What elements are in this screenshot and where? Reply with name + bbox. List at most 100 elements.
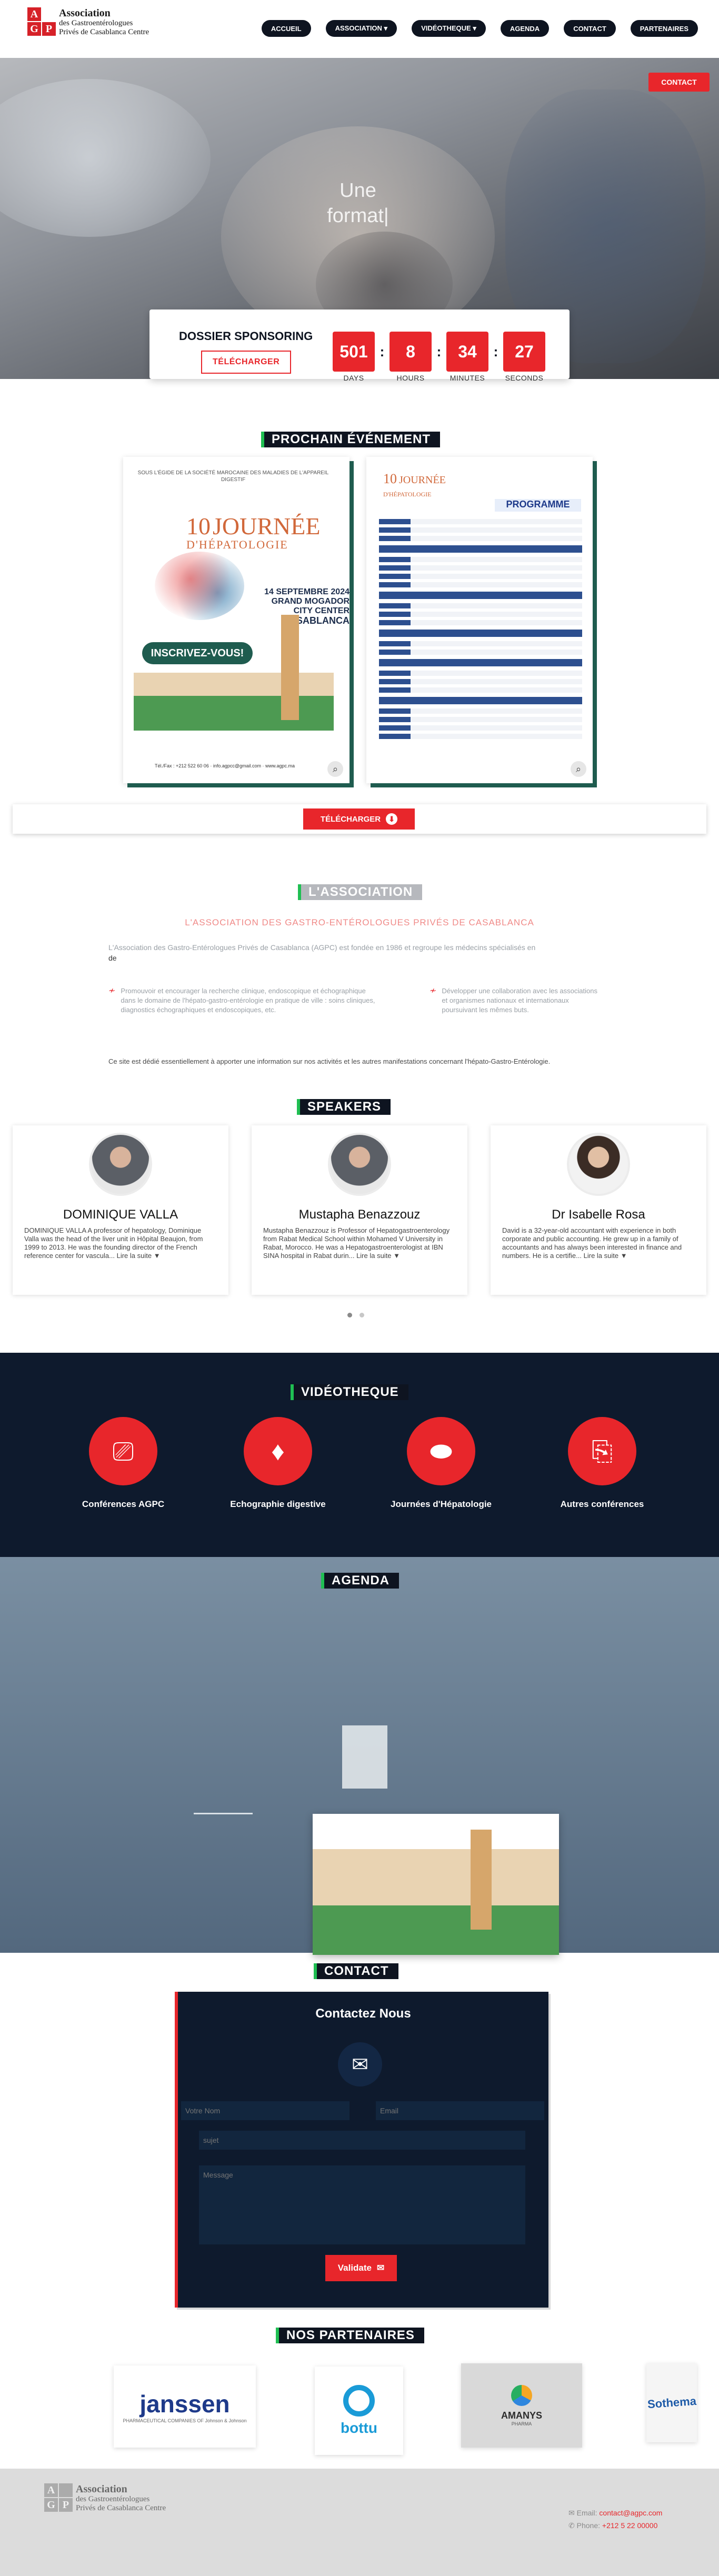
- partner-name: AMANYS: [501, 2410, 542, 2421]
- partner-logo-amanys[interactable]: AMANYS PHARMA: [461, 2363, 582, 2448]
- poster-edition: 10: [186, 513, 211, 540]
- section-heading-videotheque: VIDÉOTHEQUE: [291, 1384, 408, 1400]
- zoom-icon[interactable]: ⌕: [327, 761, 343, 777]
- footer-phone-row: ✆ Phone: +212 5 22 00000: [568, 2519, 662, 2532]
- schedule-session-bar: [379, 697, 582, 704]
- countdown-title: DOSSIER SPONSORING: [179, 330, 313, 343]
- partner-logo-janssen[interactable]: janssen PHARMACEUTICAL COMPANIES OF John…: [114, 2365, 256, 2448]
- carousel-dot[interactable]: [347, 1313, 352, 1317]
- zoom-icon[interactable]: ⌕: [571, 761, 586, 777]
- poster-date-block: 14 SEPTEMBRE 2024 GRAND MOGADOR CITY CEN…: [260, 587, 349, 625]
- partner-name: janssen: [139, 2390, 230, 2418]
- association-goal-1: ≁ Promouvoir et encourager la recherche …: [108, 986, 382, 1015]
- poster-venue: GRAND MOGADOR CITY CENTER: [271, 597, 349, 615]
- schedule-row: [379, 734, 582, 739]
- schedule-row: [379, 574, 582, 579]
- schedule-row: [379, 557, 582, 562]
- schedule-row: [379, 717, 582, 722]
- hero-contact-button[interactable]: CONTACT: [648, 73, 710, 92]
- hero-title: Une format|: [295, 178, 421, 228]
- liver-icon: ⬬: [407, 1417, 475, 1485]
- agenda-thumbnail[interactable]: [342, 1725, 387, 1789]
- partner-logo-bottu[interactable]: bottu: [315, 2367, 403, 2455]
- countdown-value: 501: [333, 332, 375, 372]
- carousel-dot[interactable]: [359, 1313, 364, 1317]
- logo-letter: P: [42, 22, 56, 36]
- email-field[interactable]: [376, 2101, 544, 2120]
- name-field[interactable]: [181, 2101, 349, 2120]
- read-more-link[interactable]: Lire la suite ▼: [117, 1252, 161, 1260]
- partner-name: bottu: [341, 2420, 377, 2436]
- video-category-hepatologie[interactable]: ⬬ Journées d'Hépatologie: [373, 1417, 510, 1510]
- speaker-bio-text: DOMINIQUE VALLA A professor of hepatolog…: [24, 1226, 203, 1260]
- association-body: Ce site est dédié essentiellement à appo…: [108, 1057, 551, 1065]
- agenda-divider: [194, 1813, 253, 1814]
- validate-button[interactable]: Validate ✉: [325, 2255, 397, 2281]
- presentation-icon: ⎚: [89, 1417, 157, 1485]
- logo-letter: G: [44, 2498, 58, 2512]
- video-category-echographie[interactable]: ♦ Echographie digestive: [209, 1417, 346, 1510]
- sponsoring-download-button[interactable]: TÉLÉCHARGER: [201, 351, 292, 374]
- schedule-row: [379, 603, 582, 608]
- nav-accueil[interactable]: ACCUEIL: [261, 20, 311, 37]
- section-heading-speakers: SPEAKERS: [297, 1099, 391, 1115]
- download-label: TÉLÉCHARGER: [320, 814, 381, 824]
- read-more-link[interactable]: Lire la suite ▼: [584, 1252, 627, 1260]
- video-category-autres[interactable]: ⎘ Autres conférences: [534, 1417, 671, 1510]
- logo-mark: A G P: [44, 2483, 73, 2513]
- event-poster[interactable]: SOUS L'ÉGIDE DE LA SOCIÉTÉ MAROCAINE DES…: [123, 457, 349, 783]
- program-download-button[interactable]: TÉLÉCHARGER ⬇: [303, 808, 415, 830]
- speaker-name: DOMINIQUE VALLA: [63, 1207, 178, 1222]
- message-field[interactable]: [199, 2165, 525, 2244]
- read-more-link[interactable]: Lire la suite ▼: [356, 1252, 400, 1260]
- partner-name: Sothema: [646, 2394, 697, 2411]
- footer-email-row: ✉ Email: contact@agpc.com: [568, 2507, 662, 2519]
- schedule-row: [379, 641, 582, 646]
- subject-field[interactable]: [199, 2131, 525, 2150]
- speaker-card: DOMINIQUE VALLA DOMINIQUE VALLA A profes…: [13, 1125, 228, 1295]
- partner-logo-sothema[interactable]: Sothema: [646, 2363, 697, 2442]
- program-heading: PROGRAMME: [495, 499, 581, 512]
- program-subtitle: D'HÉPATOLOGIE: [383, 491, 432, 498]
- schedule-row: [379, 536, 582, 541]
- schedule-session-bar: [379, 545, 582, 553]
- speaker-avatar: [89, 1133, 152, 1196]
- footer-email-link[interactable]: contact@agpc.com: [599, 2509, 662, 2517]
- nav-contact[interactable]: CONTACT: [564, 20, 616, 37]
- association-intro-text: L'Association des Gastro-Entérologues Pr…: [108, 943, 536, 952]
- tower-illustration: [281, 615, 299, 720]
- nav-videotheque[interactable]: VIDÉOTHEQUE ▾: [412, 20, 486, 37]
- nav-partenaires[interactable]: PARTENAIRES: [630, 20, 698, 37]
- countdown-days: 501 DAYS: [333, 332, 375, 382]
- program-poster[interactable]: 10 JOURNÉE D'HÉPATOLOGIE PROGRAMME ⌕: [366, 457, 593, 783]
- agenda-event-image[interactable]: [313, 1814, 559, 1955]
- amanys-mark: [511, 2384, 532, 2406]
- schedule-row: [379, 725, 582, 731]
- countdown-minutes: 34 MINUTES: [446, 332, 488, 382]
- hero-photo-highlight: [0, 79, 211, 237]
- speaker-card: Dr Isabelle Rosa David is a 32-year-old …: [491, 1125, 706, 1295]
- footer-phone-link[interactable]: +212 5 22 00000: [602, 2521, 658, 2530]
- association-subtitle: L'ASSOCIATION DES GASTRO-ENTÉROLOGUES PR…: [185, 917, 534, 927]
- footer-logo[interactable]: A G P Association des Gastroentérologues…: [44, 2483, 166, 2513]
- association-intro: L'Association des Gastro-Entérologues Pr…: [108, 942, 603, 963]
- schedule-session-bar: [379, 659, 582, 666]
- schedule-row: [379, 612, 582, 617]
- poster-title: 10 JOURNÉE D'HÉPATOLOGIE: [186, 513, 320, 552]
- countdown-label: MINUTES: [450, 374, 485, 382]
- envelope-icon: ✉: [568, 2509, 575, 2517]
- site-logo[interactable]: A G P Association des Gastroentérologues…: [27, 7, 149, 37]
- contact-title: Contactez Nous: [315, 2006, 411, 2021]
- speaker-bio: Mustapha Benazzouz is Professor of Hepat…: [263, 1226, 456, 1260]
- video-category-conferences[interactable]: ⎚ Conférences AGPC: [55, 1417, 192, 1510]
- hero-title-line2: format|: [327, 205, 389, 227]
- city-illustration: [134, 673, 334, 731]
- validate-label: Validate: [337, 2263, 372, 2273]
- section-heading-event: PROCHAIN ÉVÉNEMENT: [261, 432, 441, 447]
- video-category-label: Conférences AGPC: [82, 1499, 165, 1509]
- nav-agenda[interactable]: AGENDA: [500, 20, 550, 37]
- video-category-label: Echographie digestive: [230, 1499, 326, 1509]
- video-category-label: Autres conférences: [560, 1499, 644, 1509]
- nav-association[interactable]: ASSOCIATION ▾: [325, 20, 397, 37]
- logo-letter: P: [59, 2498, 73, 2512]
